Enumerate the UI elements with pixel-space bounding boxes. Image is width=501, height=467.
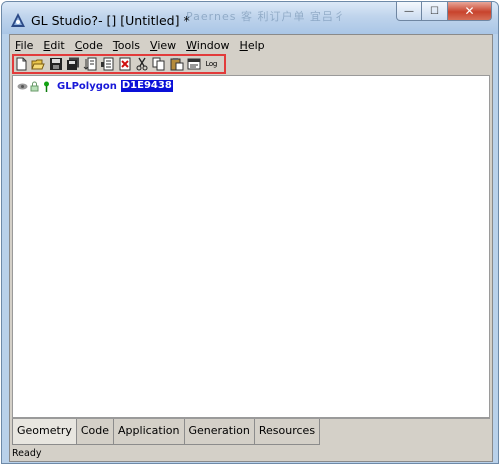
new-file-button[interactable] [13,56,29,72]
cut-icon [136,57,148,71]
scene-tree[interactable]: GLPolygon D1E9438 [12,75,490,418]
new-file-icon [16,57,27,71]
copy-icon [152,57,165,71]
node-name: GLPolygon [57,80,117,92]
lock-icon[interactable] [29,81,40,92]
open-folder-icon [31,59,46,70]
menu-file[interactable]: File [10,37,38,55]
paste-icon [170,58,184,71]
maximize-button[interactable]: ☐ [422,2,448,21]
save-all-icon [66,57,79,70]
window-title: GL Studio?- [] [Untitled] * [31,13,190,28]
copy-button[interactable] [151,56,167,72]
export-icon [101,57,114,71]
client-area: File Edit Code Tools View Window Help Lo… [9,34,493,462]
save-button[interactable] [48,56,64,72]
menu-edit[interactable]: Edit [38,37,69,55]
tab-geometry[interactable]: Geometry [12,419,77,445]
save-all-button[interactable] [65,56,81,72]
app-logo-icon [10,12,26,28]
menu-tools[interactable]: Tools [108,37,145,55]
menu-window[interactable]: Window [181,37,234,55]
bottom-tab-bar: Geometry Code Application Generation Res… [12,418,490,446]
delete-icon [119,57,131,71]
log-button[interactable]: Log [203,56,219,72]
application-window: GL Studio?- [] [Untitled] * Paernes 客 利订… [1,1,499,464]
pin-icon[interactable] [41,81,52,92]
status-bar: Ready [12,448,42,459]
properties-button[interactable] [186,56,202,72]
menu-bar: File Edit Code Tools View Window Help [10,37,270,55]
properties-icon [187,58,201,70]
log-icon: Log [205,60,218,68]
minimize-icon: — [404,5,414,17]
close-button[interactable]: ✕ [448,2,492,21]
cut-button[interactable] [134,56,150,72]
export-button[interactable] [99,56,115,72]
menu-help[interactable]: Help [235,37,270,55]
close-icon: ✕ [464,4,475,18]
tree-node-glpolygon[interactable]: GLPolygon D1E9438 [17,79,173,93]
paste-button[interactable] [169,56,185,72]
menu-view[interactable]: View [145,37,181,55]
tab-resources[interactable]: Resources [253,419,321,445]
visibility-eye-icon[interactable] [17,81,28,92]
menu-code[interactable]: Code [70,37,108,55]
minimize-button[interactable]: — [396,2,422,21]
import-icon [83,57,97,71]
title-bar[interactable]: GL Studio?- [] [Untitled] * Paernes 客 利订… [2,2,498,34]
import-button[interactable] [82,56,98,72]
background-window-text: Paernes 客 利订户单 宜吕彳 [186,10,346,23]
toolbar: Log [13,56,221,72]
window-controls: — ☐ ✕ [396,2,492,22]
save-icon [49,58,62,70]
open-button[interactable] [30,56,46,72]
tab-application[interactable]: Application [113,419,185,445]
tab-generation[interactable]: Generation [183,419,255,445]
maximize-icon: ☐ [430,5,439,17]
node-id-selected[interactable]: D1E9438 [120,80,173,92]
tab-code[interactable]: Code [75,419,115,445]
delete-button[interactable] [117,56,133,72]
